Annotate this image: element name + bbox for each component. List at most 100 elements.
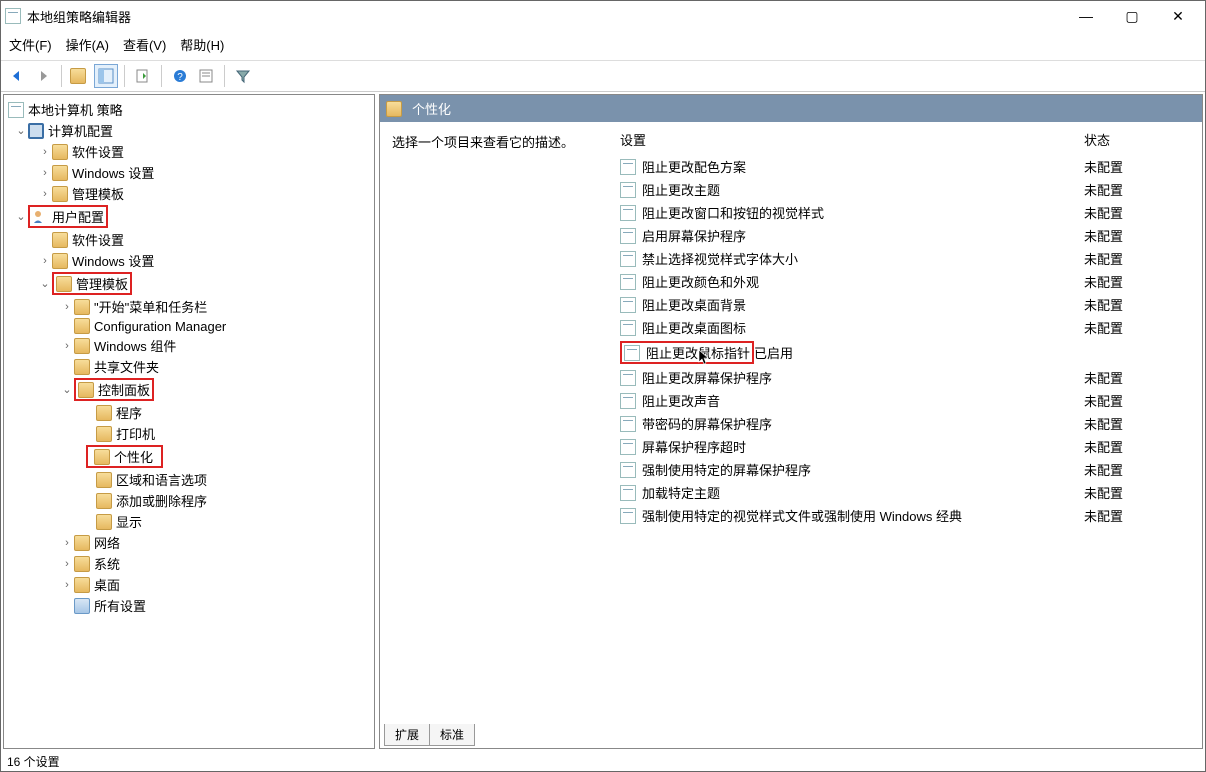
- settings-column: 设置 状态 阻止更改配色方案未配置阻止更改主题未配置阻止更改窗口和按钮的视觉样式…: [612, 122, 1202, 724]
- expander-icon[interactable]: ›: [60, 301, 74, 313]
- menu-file[interactable]: 文件(F): [9, 35, 52, 54]
- tree-add-remove[interactable]: 添加或删除程序: [6, 490, 372, 511]
- setting-icon: [620, 182, 636, 198]
- folder-icon: [94, 449, 110, 465]
- expander-icon[interactable]: ›: [60, 340, 74, 352]
- help-button[interactable]: ?: [168, 64, 192, 88]
- expander-icon[interactable]: ›: [38, 146, 52, 158]
- path-header: 个性化: [380, 95, 1202, 122]
- folder-up-icon: [70, 68, 86, 84]
- tree-uc-admin[interactable]: ⌄ 管理模板: [6, 271, 372, 296]
- folder-icon: [74, 556, 90, 572]
- tree-control-panel[interactable]: ⌄ 控制面板: [6, 377, 372, 402]
- expander-icon[interactable]: ⌄: [14, 124, 28, 137]
- menu-help[interactable]: 帮助(H): [180, 35, 224, 54]
- menu-action[interactable]: 操作(A): [66, 35, 109, 54]
- tree-win-components[interactable]: › Windows 组件: [6, 335, 372, 356]
- setting-icon: [620, 228, 636, 244]
- menu-view[interactable]: 查看(V): [123, 35, 166, 54]
- user-icon: [32, 209, 48, 225]
- tree-personalization[interactable]: 个性化: [6, 444, 372, 469]
- tree-cc-windows[interactable]: › Windows 设置: [6, 162, 372, 183]
- minimize-button[interactable]: —: [1063, 1, 1109, 31]
- setting-row[interactable]: 阻止更改颜色和外观未配置: [616, 270, 1198, 293]
- tree-computer-config[interactable]: ⌄ 计算机配置: [6, 120, 372, 141]
- app-icon: [5, 8, 21, 24]
- col-header-state[interactable]: 状态: [1084, 130, 1194, 149]
- expander-icon[interactable]: ›: [38, 255, 52, 267]
- folder-icon: [56, 276, 72, 292]
- tree-network[interactable]: › 网络: [6, 532, 372, 553]
- tree-root[interactable]: 本地计算机 策略: [6, 99, 372, 120]
- setting-state: 未配置: [1084, 483, 1194, 502]
- folder-icon: [52, 144, 68, 160]
- maximize-button[interactable]: ▢: [1109, 1, 1155, 31]
- setting-row[interactable]: 阻止更改配色方案未配置: [616, 155, 1198, 178]
- tree-all-settings[interactable]: 所有设置: [6, 595, 372, 616]
- setting-label: 带密码的屏幕保护程序: [642, 414, 1084, 433]
- filter-button[interactable]: [231, 64, 255, 88]
- tree-programs[interactable]: 程序: [6, 402, 372, 423]
- settings-list[interactable]: 阻止更改配色方案未配置阻止更改主题未配置阻止更改窗口和按钮的视觉样式未配置启用屏…: [612, 155, 1202, 724]
- expander-icon[interactable]: ⌄: [38, 277, 52, 290]
- setting-row[interactable]: 屏幕保护程序超时未配置: [616, 435, 1198, 458]
- folder-icon: [74, 338, 90, 354]
- expander-icon[interactable]: ›: [38, 188, 52, 200]
- setting-row[interactable]: 阻止更改屏幕保护程序未配置: [616, 366, 1198, 389]
- setting-row[interactable]: 带密码的屏幕保护程序未配置: [616, 412, 1198, 435]
- tree-cc-software[interactable]: › 软件设置: [6, 141, 372, 162]
- expander-icon[interactable]: ›: [60, 579, 74, 591]
- forward-button[interactable]: [31, 64, 55, 88]
- tree-desktop[interactable]: › 桌面: [6, 574, 372, 595]
- right-pane: 个性化 选择一个项目来查看它的描述。 设置 状态 阻止更改配色方案未配置阻止更改…: [379, 94, 1203, 749]
- setting-row[interactable]: 禁止选择视觉样式字体大小未配置: [616, 247, 1198, 270]
- properties-button[interactable]: [194, 64, 218, 88]
- tree-uc-windows[interactable]: › Windows 设置: [6, 250, 372, 271]
- setting-label: 阻止更改配色方案: [642, 157, 1084, 176]
- tab-standard[interactable]: 标准: [429, 724, 475, 746]
- setting-row[interactable]: 阻止更改主题未配置: [616, 178, 1198, 201]
- back-button[interactable]: [5, 64, 29, 88]
- setting-row[interactable]: 启用屏幕保护程序未配置: [616, 224, 1198, 247]
- tree-shared-folders[interactable]: 共享文件夹: [6, 356, 372, 377]
- tree-system[interactable]: › 系统: [6, 553, 372, 574]
- expander-icon[interactable]: ›: [38, 167, 52, 179]
- tree-printers[interactable]: 打印机: [6, 423, 372, 444]
- setting-row[interactable]: 阻止更改桌面图标未配置: [616, 316, 1198, 339]
- setting-row[interactable]: 阻止更改声音未配置: [616, 389, 1198, 412]
- expander-icon[interactable]: ⌄: [60, 383, 74, 396]
- folder-icon: [52, 165, 68, 181]
- up-button[interactable]: [68, 64, 92, 88]
- expander-icon[interactable]: ›: [60, 537, 74, 549]
- setting-row[interactable]: 阻止更改桌面背景未配置: [616, 293, 1198, 316]
- setting-row[interactable]: 强制使用特定的屏幕保护程序未配置: [616, 458, 1198, 481]
- tree-start-taskbar[interactable]: › "开始"菜单和任务栏: [6, 296, 372, 317]
- setting-row[interactable]: 阻止更改窗口和按钮的视觉样式未配置: [616, 201, 1198, 224]
- menubar: 文件(F) 操作(A) 查看(V) 帮助(H): [1, 31, 1205, 60]
- svg-text:?: ?: [177, 72, 183, 83]
- folder-icon: [96, 472, 112, 488]
- tree-pane[interactable]: 本地计算机 策略 ⌄ 计算机配置 › 软件设置: [3, 94, 375, 749]
- tree-config-mgr[interactable]: Configuration Manager: [6, 317, 372, 335]
- tree-cc-admin[interactable]: › 管理模板: [6, 183, 372, 204]
- setting-label: 阻止更改声音: [642, 391, 1084, 410]
- export-button[interactable]: [131, 64, 155, 88]
- col-header-setting[interactable]: 设置: [620, 130, 1084, 149]
- close-button[interactable]: ✕: [1155, 1, 1201, 31]
- expander-icon[interactable]: ⌄: [14, 210, 28, 223]
- tree-uc-software[interactable]: 软件设置: [6, 229, 372, 250]
- path-title: 个性化: [412, 99, 451, 118]
- toolbar-sep-2: [124, 65, 125, 87]
- setting-row[interactable]: 强制使用特定的视觉样式文件或强制使用 Windows 经典未配置: [616, 504, 1198, 527]
- setting-row[interactable]: 阻止更改鼠标指针已启用: [616, 339, 1198, 366]
- setting-label: 阻止更改主题: [642, 180, 1084, 199]
- expander-icon[interactable]: ›: [60, 558, 74, 570]
- tab-extended[interactable]: 扩展: [384, 724, 430, 746]
- tree-display[interactable]: 显示: [6, 511, 372, 532]
- tree-region-lang[interactable]: 区域和语言选项: [6, 469, 372, 490]
- setting-icon: [620, 159, 636, 175]
- right-body: 选择一个项目来查看它的描述。 设置 状态 阻止更改配色方案未配置阻止更改主题未配…: [380, 122, 1202, 724]
- show-hide-tree-button[interactable]: [94, 64, 118, 88]
- tree-user-config[interactable]: ⌄ 用户配置: [6, 204, 372, 229]
- setting-row[interactable]: 加载特定主题未配置: [616, 481, 1198, 504]
